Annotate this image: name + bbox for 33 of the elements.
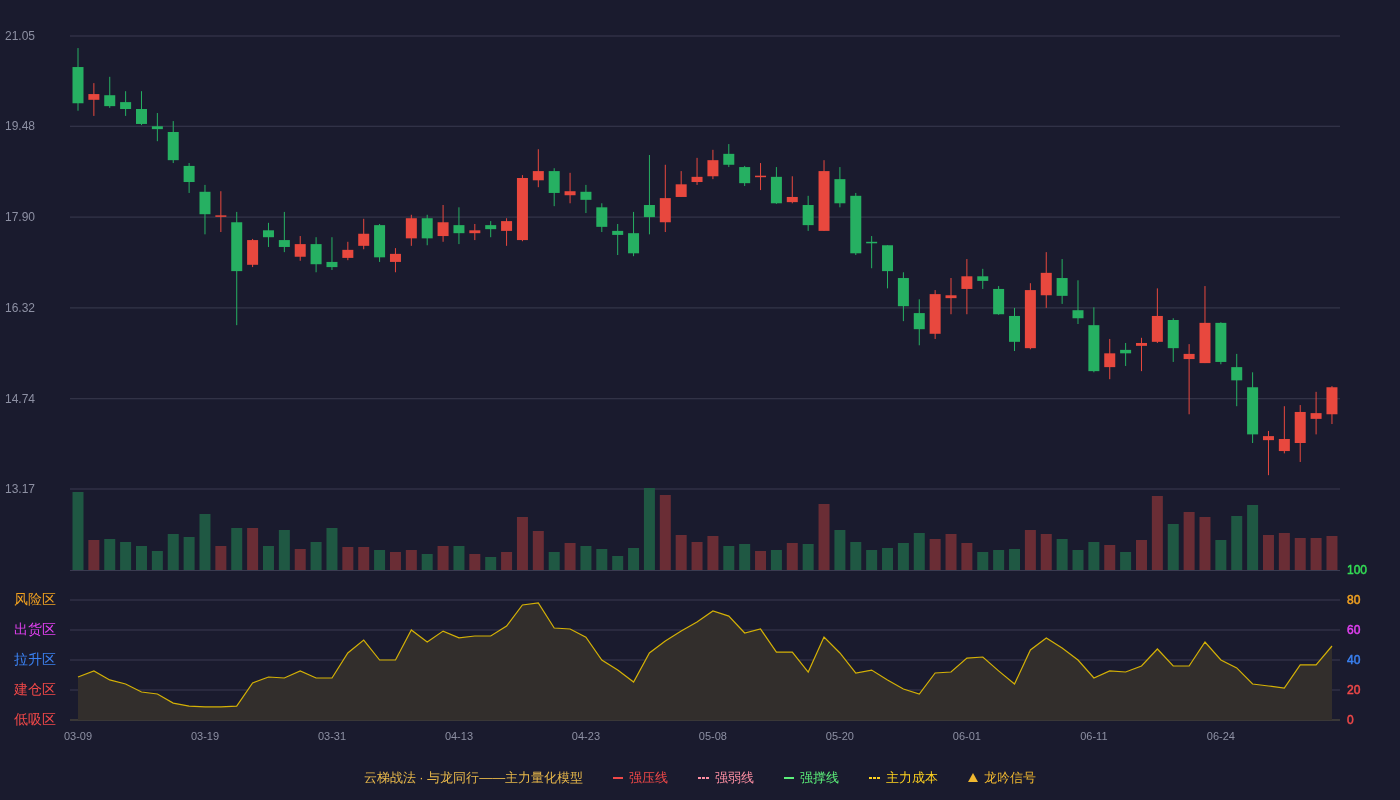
legend-label: 强撑线 (800, 769, 840, 787)
indicator-axis-label: 60 (1347, 623, 1361, 637)
date-axis-label: 04-13 (444, 730, 473, 742)
indicator-axis-label: 80 (1347, 593, 1361, 607)
zone-label: 建仓区 (14, 680, 56, 698)
indicator-axis-label: 40 (1347, 653, 1361, 667)
price-axis-label: 14.74 (5, 391, 36, 406)
legend-label: 龙吟信号 (984, 769, 1037, 787)
zone-label: 出货区 (14, 620, 56, 638)
legend-label: 强压线 (629, 769, 669, 787)
date-axis-label: 06-01 (952, 730, 981, 742)
zone-label: 拉升区 (14, 650, 56, 668)
price-axis-label: 13.17 (5, 482, 36, 496)
date-axis-label: 05-20 (825, 730, 854, 742)
price-axis-label: 21.05 (5, 29, 36, 43)
price-axis-label: 19.48 (5, 119, 36, 134)
date-axis-label: 03-19 (190, 730, 220, 742)
date-axis-label: 03-31 (317, 730, 347, 742)
legend-title: 云梯战法 · 与龙同行——主力量化模型 (363, 769, 584, 787)
date-axis-label: 05-08 (698, 730, 727, 742)
zone-label: 风险区 (14, 590, 56, 608)
price-axis-label: 16.32 (5, 300, 36, 315)
price-axis-label: 17.90 (5, 210, 36, 225)
legend-label: 主力成本 (886, 769, 939, 787)
indicator-axis-label: 0 (1347, 713, 1354, 727)
date-axis-label: 03-09 (63, 730, 93, 742)
zone-label: 低吸区 (14, 710, 56, 728)
date-axis-label: 06-24 (1206, 730, 1235, 742)
date-axis-label: 06-11 (1080, 730, 1108, 742)
date-axis-label: 04-23 (571, 730, 600, 742)
legend-label: 强弱线 (715, 769, 755, 787)
indicator-axis-label: 20 (1347, 683, 1361, 697)
indicator-axis-label: 100 (1347, 563, 1368, 577)
